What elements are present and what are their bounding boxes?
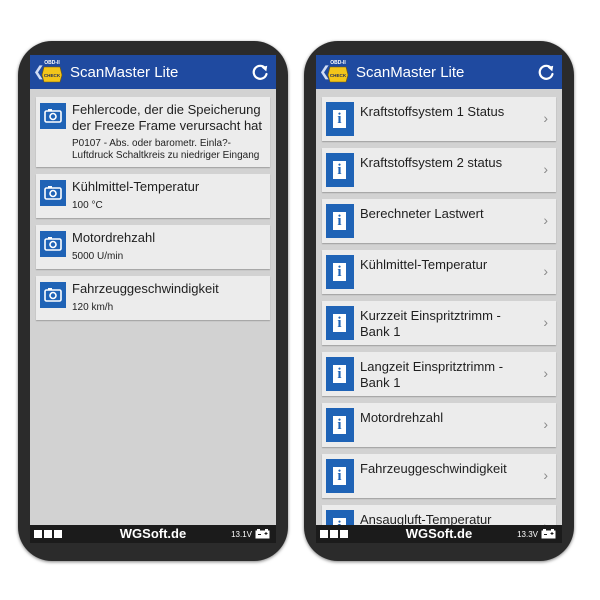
camera-icon	[40, 282, 66, 308]
refresh-icon[interactable]	[250, 62, 270, 82]
camera-icon	[40, 231, 66, 257]
item-title: Kühlmittel-Temperatur	[72, 179, 200, 194]
phone-left: ❮ OBD-II CHECK ScanMaster Lite Fehlercod…	[18, 41, 288, 561]
list-item[interactable]: i Ansaugluft-Temperatur ›	[322, 505, 556, 525]
list-item[interactable]: Motordrehzahl 5000 U/min	[36, 225, 270, 269]
list-item[interactable]: i Kraftstoffsystem 2 status ›	[322, 148, 556, 192]
chevron-right-icon: ›	[543, 161, 548, 177]
bottom-bar: WGSoft.de 13.3V	[316, 525, 562, 543]
freeze-frame-list: Fehlercode, der die Speicherung der Free…	[30, 89, 276, 525]
screen-freeze-frame: ❮ OBD-II CHECK ScanMaster Lite Fehlercod…	[30, 55, 276, 543]
voltage-readout: 13.3V	[517, 530, 538, 539]
screen-parameter-list: ❮ OBD-II CHECK ScanMaster Lite i Kraftst…	[316, 55, 562, 543]
logo-text-top: OBD-II	[44, 60, 60, 66]
item-title: Motordrehzahl	[360, 410, 444, 425]
app-title: ScanMaster Lite	[70, 64, 179, 81]
item-subtitle: 5000 U/min	[72, 251, 124, 262]
battery-icon	[541, 529, 556, 539]
battery-icon	[255, 529, 270, 539]
info-icon: i	[326, 408, 354, 442]
camera-icon	[40, 103, 66, 129]
info-icon: i	[326, 204, 354, 238]
chevron-right-icon: ›	[543, 263, 548, 279]
info-icon: i	[326, 306, 354, 340]
refresh-icon[interactable]	[536, 62, 556, 82]
info-icon: i	[326, 510, 354, 525]
list-item[interactable]: i Fahrzeuggeschwindigkeit ›	[322, 454, 556, 498]
info-icon: i	[326, 255, 354, 289]
logo-text-top: OBD-II	[330, 60, 346, 66]
app-bar: ❮ OBD-II CHECK ScanMaster Lite	[316, 55, 562, 89]
list-item[interactable]: i Kraftstoffsystem 1 Status ›	[322, 97, 556, 141]
list-item[interactable]: i Langzeit Einspritztrimm - Bank 1 ›	[322, 352, 556, 396]
bottom-bar: WGSoft.de 13.1V	[30, 525, 276, 543]
list-item[interactable]: i Motordrehzahl ›	[322, 403, 556, 447]
item-title: Kraftstoffsystem 1 Status	[360, 104, 505, 119]
list-item[interactable]: i Berechneter Lastwert ›	[322, 199, 556, 243]
camera-icon	[40, 180, 66, 206]
item-title: Fahrzeuggeschwindigkeit	[72, 281, 219, 296]
info-icon: i	[326, 153, 354, 187]
item-title: Kühlmittel-Temperatur	[360, 257, 488, 272]
item-subtitle: P0107 - Abs. oder barometr. Einla?-Luftd…	[72, 138, 260, 161]
chevron-right-icon: ›	[543, 467, 548, 483]
logo-text-bottom: CHECK	[330, 73, 347, 78]
list-item[interactable]: Fahrzeuggeschwindigkeit 120 km/h	[36, 276, 270, 320]
info-icon: i	[326, 459, 354, 493]
app-title: ScanMaster Lite	[356, 64, 465, 81]
item-title: Motordrehzahl	[72, 230, 156, 245]
chevron-right-icon: ›	[543, 365, 548, 381]
info-icon: i	[326, 357, 354, 391]
chevron-right-icon: ›	[543, 416, 548, 432]
item-title: Kraftstoffsystem 2 status	[360, 155, 503, 170]
item-title: Ansaugluft-Temperatur	[360, 512, 492, 525]
app-bar: ❮ OBD-II CHECK ScanMaster Lite	[30, 55, 276, 89]
item-title: Berechneter Lastwert	[360, 206, 484, 221]
item-title: Langzeit Einspritztrimm - Bank 1	[360, 359, 504, 390]
list-item[interactable]: i Kurzzeit Einspritztrimm - Bank 1 ›	[322, 301, 556, 345]
item-subtitle: 100 °C	[72, 200, 103, 211]
obd-logo-icon: OBD-II CHECK	[41, 60, 63, 83]
logo-text-bottom: CHECK	[44, 73, 61, 78]
chevron-right-icon: ›	[543, 212, 548, 228]
info-icon: i	[326, 102, 354, 136]
parameter-list: i Kraftstoffsystem 1 Status › i Kraftsto…	[316, 89, 562, 525]
item-title: Kurzzeit Einspritztrimm - Bank 1	[360, 308, 501, 339]
chevron-right-icon: ›	[543, 314, 548, 330]
voltage-readout: 13.1V	[231, 530, 252, 539]
list-item[interactable]: i Kühlmittel-Temperatur ›	[322, 250, 556, 294]
item-subtitle: 120 km/h	[72, 302, 114, 313]
obd-logo-icon: OBD-II CHECK	[327, 60, 349, 83]
phone-right: ❮ OBD-II CHECK ScanMaster Lite i Kraftst…	[304, 41, 574, 561]
list-item[interactable]: Fehlercode, der die Speicherung der Free…	[36, 97, 270, 167]
chevron-right-icon: ›	[543, 110, 548, 126]
item-title: Fehlercode, der die Speicherung der Free…	[72, 102, 263, 133]
item-title: Fahrzeuggeschwindigkeit	[360, 461, 507, 476]
list-item[interactable]: Kühlmittel-Temperatur 100 °C	[36, 174, 270, 218]
